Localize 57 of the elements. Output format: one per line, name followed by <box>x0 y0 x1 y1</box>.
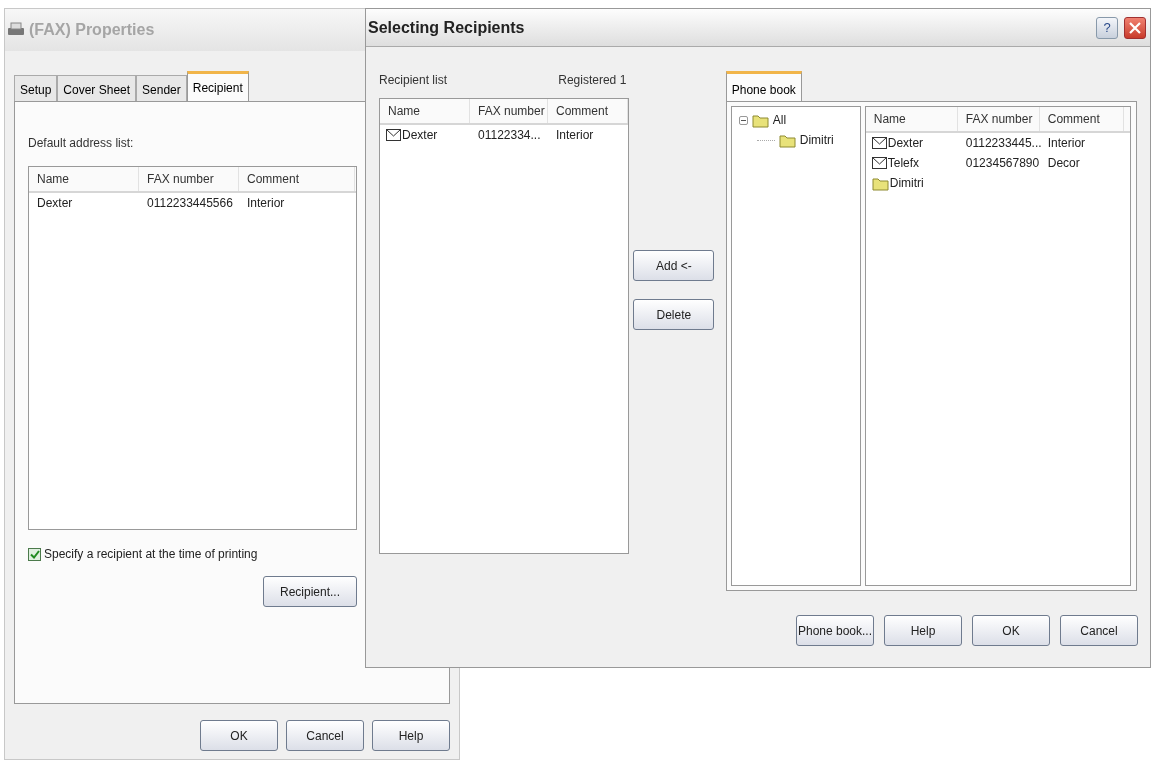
tree-item[interactable]: Dimitri <box>799 131 834 149</box>
column-header[interactable]: Comment <box>548 99 628 123</box>
list-cell-text: 01122334... <box>477 127 542 144</box>
list-cell-text: Interior <box>246 195 286 212</box>
tab[interactable]: Phone book <box>725 71 802 101</box>
window-title: Selecting Recipients <box>368 17 525 38</box>
column-header[interactable]: FAX number <box>139 167 239 191</box>
dialog-button[interactable]: OK <box>200 720 278 751</box>
dialog-button[interactable]: Cancel <box>286 720 364 751</box>
column-header[interactable]: Name <box>29 167 139 191</box>
dialog-button[interactable]: Help <box>372 720 450 751</box>
column-header[interactable]: FAX number <box>470 99 548 123</box>
envelope-icon <box>871 137 887 149</box>
folder-icon <box>871 175 889 191</box>
column-header[interactable]: Comment <box>239 167 355 191</box>
close-button[interactable] <box>1124 16 1146 39</box>
folder-icon <box>751 112 769 128</box>
list-cell-text: 0112233445566 <box>146 195 234 212</box>
tab[interactable]: Setup <box>14 75 58 101</box>
dialog-button[interactable]: Phone book... <box>796 615 874 646</box>
list-cell-text: Decor <box>1046 155 1081 172</box>
list-cell-text: 0112233445... <box>964 135 1040 152</box>
window-title: (FAX) Properties <box>29 20 155 40</box>
tree-item[interactable]: All <box>772 111 787 129</box>
list-cell-text: Dexter <box>36 195 74 212</box>
contact-name: Dexter <box>887 135 924 152</box>
list-cell-text: Interior <box>555 127 595 144</box>
dialog-button[interactable]: OK <box>972 615 1050 646</box>
contact-name: Telefx <box>887 155 920 172</box>
column-header[interactable]: Comment <box>1039 107 1124 131</box>
action-button[interactable]: Add <- <box>633 250 715 281</box>
action-button[interactable]: Delete <box>633 299 715 330</box>
printer-icon <box>7 22 25 38</box>
tab[interactable]: Sender <box>136 75 187 101</box>
registered-count: Registered 1 <box>558 72 627 89</box>
dialog-button[interactable]: Cancel <box>1060 615 1138 646</box>
contact-name: Dexter <box>402 127 438 144</box>
tab[interactable]: Cover Sheet <box>57 75 137 101</box>
collapse-toggle[interactable] <box>738 115 748 125</box>
tab[interactable]: Recipient <box>186 71 249 101</box>
checkbox[interactable] <box>28 547 41 561</box>
close-icon <box>1129 21 1141 34</box>
envelope-icon <box>871 157 887 169</box>
recipient-button[interactable]: Recipient... <box>263 576 357 607</box>
list-cell-text: 01234567890 <box>964 155 1040 172</box>
column-header[interactable]: Name <box>380 99 470 123</box>
column-header[interactable]: Name <box>865 107 958 131</box>
envelope-icon <box>386 129 401 141</box>
help-button[interactable]: ? <box>1096 16 1118 39</box>
column-header[interactable]: FAX number <box>957 107 1040 131</box>
folder-name: Dimitri <box>889 175 924 192</box>
list-cell-text: Interior <box>1046 135 1087 152</box>
dialog-button[interactable]: Help <box>884 615 962 646</box>
section-label: Default address list: <box>28 135 134 152</box>
folder-icon <box>778 132 796 148</box>
section-label: Recipient list <box>379 72 448 89</box>
checkbox-label: Specify a recipient at the time of printing <box>44 546 258 563</box>
